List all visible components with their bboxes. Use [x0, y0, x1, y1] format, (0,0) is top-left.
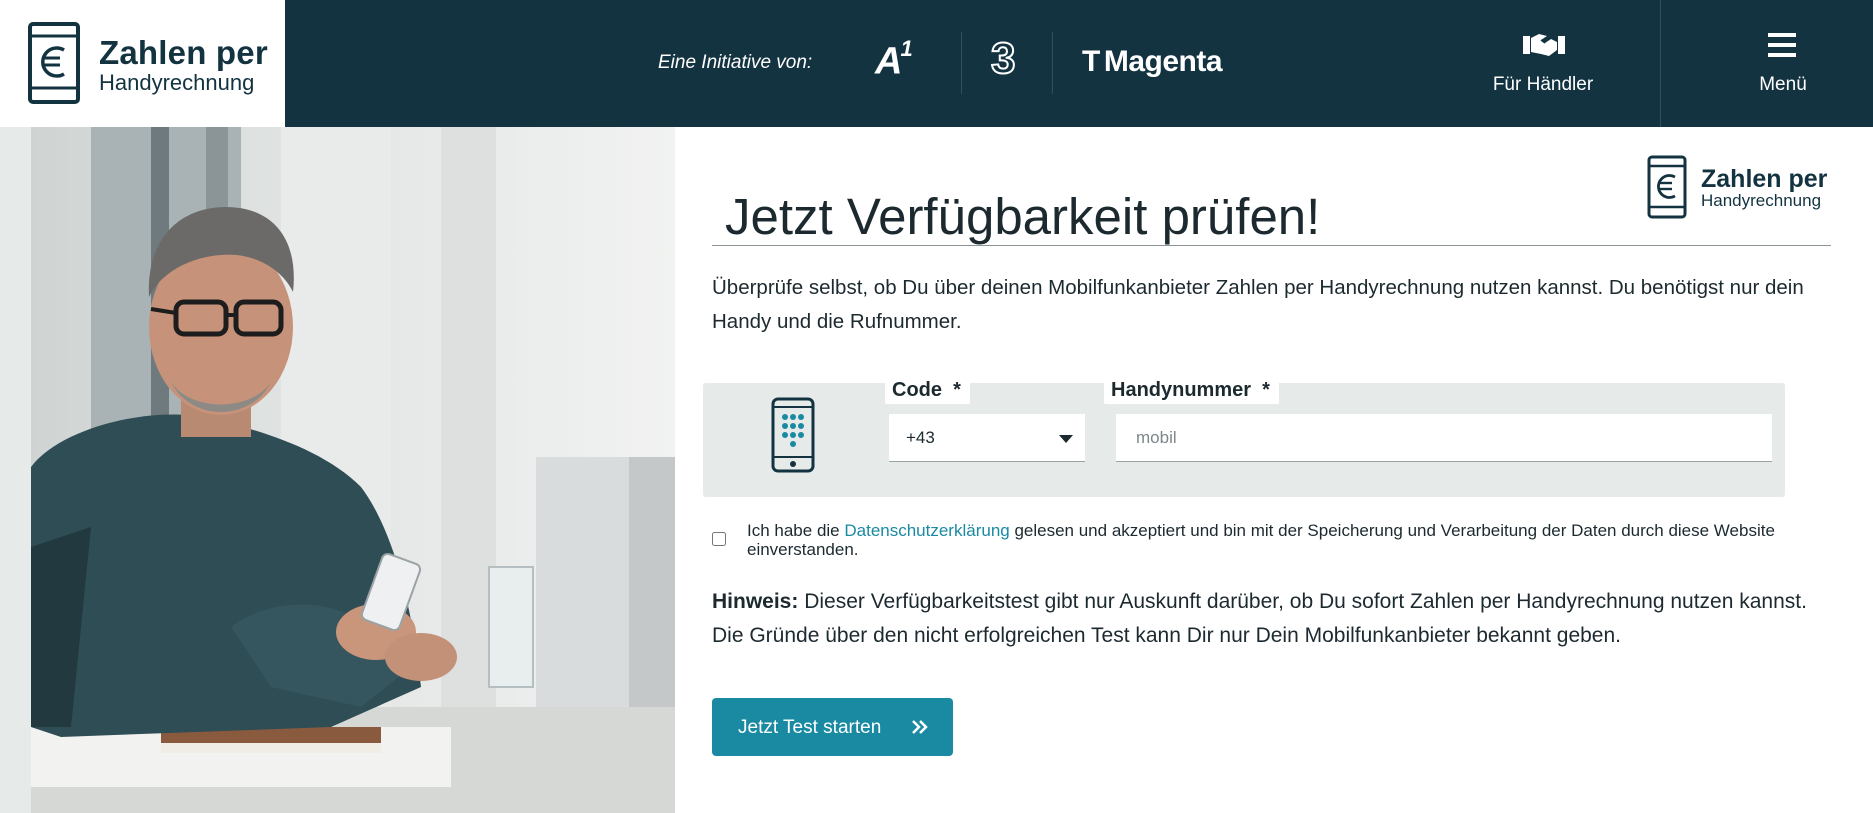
magenta-label: Magenta: [1103, 45, 1223, 78]
hero-photo: [31, 127, 675, 813]
three-logo[interactable]: 3: [990, 33, 1017, 84]
euro-phone-icon: [1647, 155, 1687, 219]
start-test-label: Jetzt Test starten: [738, 717, 882, 738]
hamburger-icon: [1768, 33, 1796, 57]
telekom-t-icon: T: [1082, 45, 1100, 78]
site-logo[interactable]: Zahlen per Handyrechnung: [0, 0, 285, 127]
dealer-link[interactable]: Für Händler: [1470, 0, 1616, 127]
brand-divider: [961, 32, 962, 94]
privacy-policy-link[interactable]: Datenschutzerklärung: [844, 521, 1009, 540]
hint-text: Hinweis: Dieser Verfügbarkeitstest gibt …: [712, 590, 1807, 647]
intro-text: Überprüfe selbst, ob Du über deinen Mobi…: [712, 276, 1804, 333]
dealer-label: Für Händler: [1492, 74, 1594, 95]
content-logo-subtitle: Handyrechnung: [1701, 191, 1822, 210]
man-with-phone-image: [31, 127, 675, 813]
code-label: Code *: [885, 377, 970, 404]
brand-divider: [1052, 32, 1053, 94]
magenta-logo[interactable]: T Magenta: [1082, 45, 1223, 79]
menu-label: Menü: [1759, 74, 1807, 95]
caret-down-icon: [1059, 435, 1073, 443]
availability-form: Code * +43 Handynummer *: [703, 377, 1785, 497]
title-divider: [712, 245, 1831, 246]
header-divider: [1660, 0, 1661, 127]
content-logo-title: Zahlen per: [1701, 165, 1828, 193]
start-test-button[interactable]: Jetzt Test starten: [712, 698, 953, 756]
main-content: Jetzt Verfügbarkeit prüfen! Zahlen per H…: [675, 127, 1873, 813]
initiative-label: Eine Initiative von:: [658, 52, 813, 73]
phone-keypad-icon: [771, 397, 815, 473]
required-marker: *: [1262, 379, 1270, 401]
country-code-select[interactable]: +43: [889, 414, 1085, 462]
consent-checkbox[interactable]: [712, 532, 726, 546]
euro-phone-icon: [28, 22, 80, 104]
a1-logo[interactable]: A1: [875, 36, 913, 84]
site-header: Zahlen per Handyrechnung Eine Initiative…: [0, 0, 1873, 127]
double-chevron-right-icon: [912, 720, 928, 734]
required-marker: *: [953, 379, 961, 401]
handshake-icon: [1523, 34, 1565, 56]
logo-title: Zahlen per: [99, 34, 268, 71]
logo-subtitle: Handyrechnung: [99, 70, 255, 95]
hint-label: Hinweis:: [712, 590, 799, 613]
country-code-value: +43: [906, 428, 935, 447]
phone-number-input[interactable]: [1116, 414, 1772, 462]
page-title: Jetzt Verfügbarkeit prüfen!: [725, 188, 1321, 246]
phone-number-label: Handynummer *: [1104, 377, 1279, 404]
menu-button[interactable]: Menü: [1722, 0, 1844, 127]
consent-text: Ich habe die Datenschutzerklärung gelese…: [747, 521, 1775, 559]
